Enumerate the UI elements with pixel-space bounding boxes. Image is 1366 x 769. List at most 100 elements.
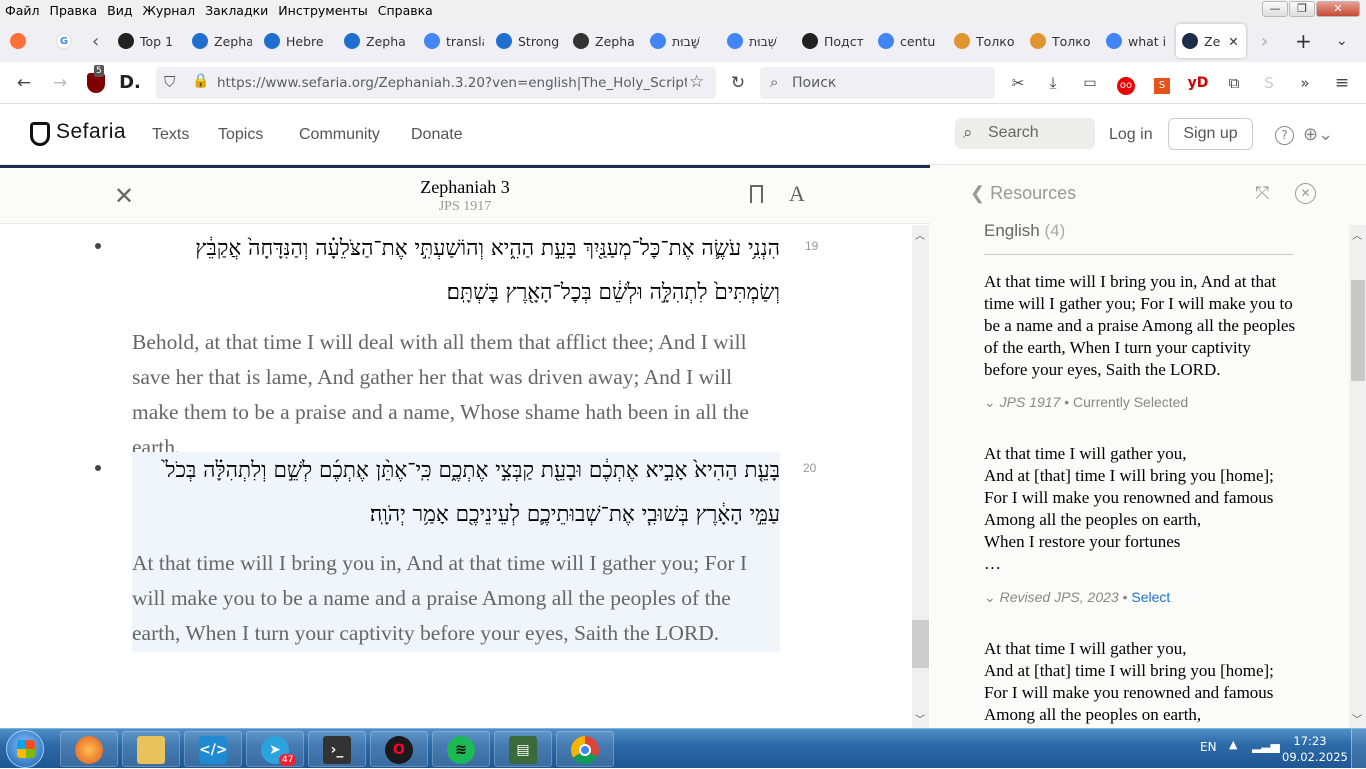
sefaria-logo[interactable]: Sefaria	[56, 120, 126, 144]
clock-time[interactable]: 17:23	[1282, 734, 1338, 748]
bookmark-icon[interactable]	[750, 185, 763, 203]
clock-date[interactable]: 09.02.2025	[1282, 750, 1348, 764]
taskbar-firefox[interactable]	[60, 731, 118, 767]
overflow-chevron-icon[interactable]: »	[1293, 71, 1317, 95]
sefaria-search[interactable]: ⌕ Search	[955, 118, 1095, 149]
taskbar-telegram[interactable]: ➤ 47	[246, 731, 304, 767]
tab-scroll-right[interactable]: ›	[1261, 24, 1277, 58]
browser-tab[interactable]: Top 1	[118, 24, 176, 58]
menu-bookmarks[interactable]: Закладки	[200, 3, 273, 18]
verse-english[interactable]: At that time will I bring you in, And at…	[132, 546, 780, 651]
bookmark-star-icon[interactable]: ☆	[689, 72, 704, 92]
scroll-up-icon[interactable]: ︿	[1352, 227, 1362, 242]
reader-scroll-thumb[interactable]	[912, 620, 929, 668]
resources-scrollbar[interactable]: ︿ ﹀	[1349, 225, 1366, 728]
menu-help[interactable]: Справка	[373, 3, 438, 18]
menu-tools[interactable]: Инструменты	[273, 3, 372, 18]
close-panel-icon[interactable]: ✕	[1295, 183, 1316, 204]
taskbar-chrome[interactable]	[556, 731, 614, 767]
browser-tab[interactable]: Подст	[802, 24, 864, 58]
help-icon[interactable]: ?	[1275, 126, 1294, 145]
verse-hebrew[interactable]: הִנְנִ֥י עֹשֶׂ֛ה אֶת־כׇּל־מְעַנַּ֖יִךְ ב…	[132, 227, 780, 315]
menu-view[interactable]: Вид	[102, 3, 137, 18]
ublock-icon[interactable]: 5	[84, 65, 108, 95]
browser-tab[interactable]: centu	[878, 24, 940, 58]
minimize-button[interactable]: —	[1262, 1, 1288, 17]
nav-donate[interactable]: Donate	[411, 126, 463, 144]
forward-button[interactable]: →	[48, 71, 72, 95]
taskbar-opera-gx[interactable]: O	[370, 731, 428, 767]
verse-hebrew[interactable]: בָּעֵ֤ת הַהִיא֙ אָבִ֣יא אֶתְכֶ֔ם וּבָעֵ֖…	[132, 449, 780, 537]
show-desktop-button[interactable]	[1351, 729, 1366, 769]
pocket-icon[interactable]: ▭	[1078, 71, 1102, 95]
duckduckgo-ext-icon[interactable]: D.	[118, 71, 142, 95]
address-bar[interactable]: ⛉ 🔒 https://www.sefaria.org/Zephaniah.3.…	[156, 67, 716, 99]
version-subtitle[interactable]: JPS 1917	[365, 199, 565, 215]
sefaria-logo-icon[interactable]	[30, 122, 50, 146]
resources-scroll-thumb[interactable]	[1351, 280, 1365, 381]
unlink-icon[interactable]: ⤧	[1255, 183, 1269, 204]
tab-google[interactable]: G	[56, 24, 78, 58]
translation-text[interactable]: At that time will I bring you in, And at…	[984, 271, 1296, 381]
browser-tab[interactable]: Толко	[1030, 24, 1092, 58]
shield-icon[interactable]: ⛉	[164, 73, 175, 91]
screenshot-icon[interactable]: ✂	[1006, 71, 1030, 95]
tab-scroll-left[interactable]: ‹	[92, 24, 108, 58]
menu-edit[interactable]: Правка	[45, 3, 103, 18]
scroll-down-icon[interactable]: ﹀	[915, 711, 925, 726]
browser-tab[interactable]: what i	[1106, 24, 1168, 58]
english-section-label[interactable]: English (4)	[984, 221, 1065, 241]
browser-tab[interactable]: Strong	[496, 24, 560, 58]
version-name[interactable]: Revised JPS, 2023	[1000, 589, 1119, 605]
globe-icon[interactable]: ⊕⌄	[1303, 124, 1333, 145]
extensions-icon[interactable]: ⧉	[1222, 71, 1246, 95]
browser-tab[interactable]: Толко	[954, 24, 1016, 58]
browser-tab[interactable]: Zepha	[344, 24, 410, 58]
yandex-dict-icon[interactable]: yD	[1186, 71, 1210, 95]
new-tab-button[interactable]: +	[1295, 24, 1315, 58]
lastfm-ext-icon[interactable]: oo	[1114, 71, 1138, 95]
taskbar-vscode[interactable]: </>	[184, 731, 242, 767]
translation-text[interactable]: At that time I will gather you, And at […	[984, 638, 1304, 726]
taskbar-spotify[interactable]: ≋	[432, 731, 490, 767]
taskbar-manager[interactable]: ▤	[494, 731, 552, 767]
nav-texts[interactable]: Texts	[152, 126, 189, 144]
signup-button[interactable]: Sign up	[1168, 118, 1253, 150]
verse-number[interactable]: 19	[805, 239, 818, 253]
book-title[interactable]: Zephaniah 3	[365, 177, 565, 198]
scroll-up-icon[interactable]: ︿	[915, 227, 925, 242]
font-settings-button[interactable]: A	[789, 181, 805, 207]
taskbar-explorer[interactable]	[122, 731, 180, 767]
web-search-box[interactable]: ⌕ Поиск	[760, 67, 995, 99]
browser-tab[interactable]: שָׁבוּת	[650, 24, 714, 58]
close-icon[interactable]: ✕	[114, 182, 134, 210]
network-icon[interactable]: ▂▃▅	[1252, 739, 1280, 753]
browser-tab[interactable]: Zepha	[192, 24, 252, 58]
language-indicator[interactable]: EN	[1200, 740, 1217, 754]
close-window-button[interactable]: ✕	[1316, 1, 1360, 17]
scroll-down-icon[interactable]: ﹀	[1352, 711, 1362, 726]
login-link[interactable]: Log in	[1109, 126, 1153, 144]
browser-tab[interactable]: transla	[424, 24, 484, 58]
nav-community[interactable]: Community	[299, 126, 380, 144]
browser-tab[interactable]: Hebre	[264, 24, 332, 58]
reload-button[interactable]: ↻	[726, 71, 750, 95]
verse-english[interactable]: Behold, at that time I will deal with al…	[132, 325, 780, 465]
reader-scrollbar[interactable]: ︿ ﹀	[912, 225, 929, 728]
list-all-tabs-button[interactable]: ⌄	[1336, 24, 1356, 58]
menu-file[interactable]: Файл	[0, 3, 45, 18]
browser-tab[interactable]: Ze ✕	[1176, 24, 1246, 58]
browser-tab[interactable]: שְׁבוּת	[727, 24, 791, 58]
firefox-view-button[interactable]	[10, 24, 32, 58]
close-tab-icon[interactable]: ✕	[1228, 34, 1238, 49]
nav-topics[interactable]: Topics	[218, 126, 263, 144]
back-button[interactable]: ←	[12, 71, 36, 95]
ext-sefaria-icon[interactable]: S	[1257, 71, 1281, 95]
url-text[interactable]: https://www.sefaria.org/Zephaniah.3.20?v…	[217, 75, 687, 91]
select-version-link[interactable]: Select	[1131, 589, 1170, 605]
ext-s-icon[interactable]: S	[1150, 71, 1174, 95]
version-name[interactable]: JPS 1917	[1000, 394, 1061, 410]
menu-history[interactable]: Журнал	[137, 3, 200, 18]
browser-tab[interactable]: Zepha	[573, 24, 637, 58]
tray-expand-icon[interactable]: ▲	[1229, 738, 1237, 751]
